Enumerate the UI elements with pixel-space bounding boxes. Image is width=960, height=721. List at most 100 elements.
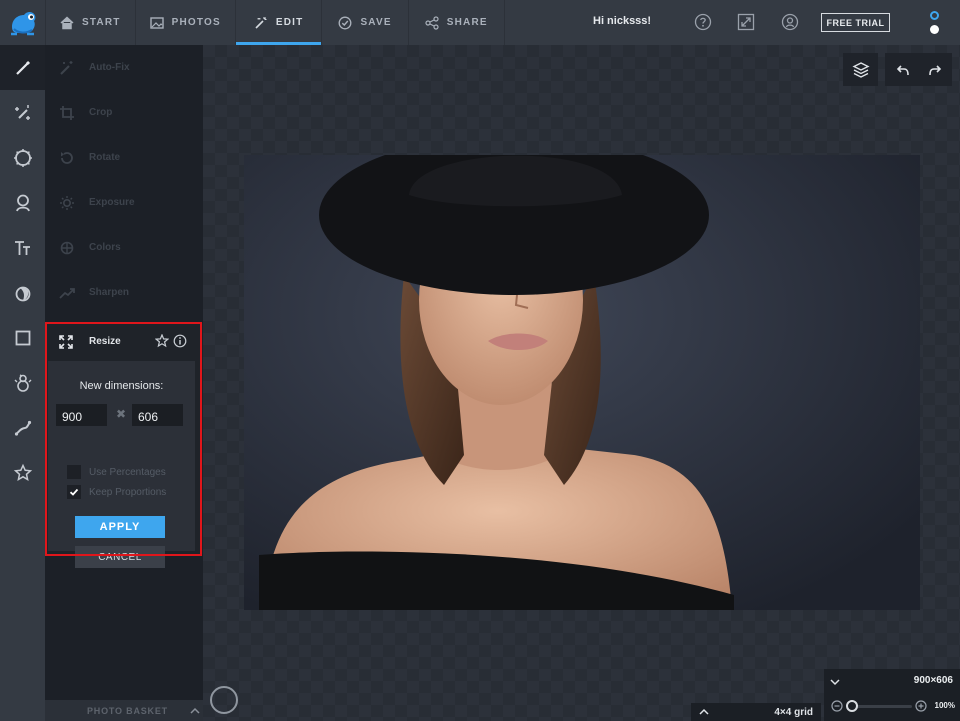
- expand-icon: [737, 13, 755, 31]
- zoom-percent: 100%: [934, 701, 955, 710]
- apply-button[interactable]: APPLY: [75, 516, 165, 538]
- rail-basic-edits[interactable]: [0, 45, 45, 90]
- crop-icon: [60, 105, 74, 120]
- tool-colors[interactable]: Colors: [45, 225, 203, 270]
- zoom-in-icon[interactable]: [915, 700, 927, 712]
- redo-icon[interactable]: [928, 63, 942, 77]
- keep-proportions-option[interactable]: Keep Proportions: [67, 485, 166, 499]
- zoom-panel: 900×606 100%: [824, 669, 960, 721]
- rail-effects[interactable]: [0, 90, 45, 135]
- text-icon: [14, 240, 30, 255]
- status-ring-icon: [930, 11, 939, 20]
- stickers-icon: [14, 373, 31, 392]
- zoom-slider-track[interactable]: [850, 705, 912, 708]
- new-dimensions-label: New dimensions:: [79, 380, 164, 392]
- resize-tool-card: Resize New dimensions: ✖ Use Percentages: [45, 323, 203, 568]
- rail-overlays[interactable]: [0, 270, 45, 315]
- height-input[interactable]: [132, 404, 183, 426]
- resize-header[interactable]: Resize: [45, 323, 203, 360]
- zoom-out-icon[interactable]: [831, 700, 843, 712]
- frame-icon: [13, 148, 32, 167]
- crosshair-icon: [60, 241, 74, 254]
- checkmark-icon: [69, 488, 79, 496]
- chevron-up-icon: [190, 707, 200, 714]
- keep-proportions-label: Keep Proportions: [89, 486, 167, 498]
- rail-frames[interactable]: [0, 135, 45, 180]
- tool-exposure-label: Exposure: [89, 197, 135, 208]
- use-percentages-option[interactable]: Use Percentages: [67, 465, 166, 479]
- tool-auto-fix-label: Auto-Fix: [89, 62, 130, 73]
- info-icon[interactable]: [173, 334, 187, 348]
- photo-basket-bar[interactable]: PHOTO BASKET: [45, 700, 203, 721]
- photo-basket-label: PHOTO BASKET: [87, 705, 168, 716]
- tab-save[interactable]: SAVE: [322, 0, 409, 45]
- tab-edit-label: EDIT: [275, 17, 304, 28]
- grid-toggle[interactable]: 4×4 grid: [691, 703, 821, 721]
- rail-shapes[interactable]: [0, 315, 45, 360]
- magic-effects-icon: [14, 104, 30, 120]
- notification-toggle[interactable]: [929, 11, 941, 35]
- user-icon: [781, 13, 799, 31]
- overlay-icon: [15, 286, 30, 301]
- shape-icon: [15, 330, 30, 345]
- magic-wand-icon: [60, 60, 73, 75]
- tab-start-label: START: [82, 17, 121, 28]
- user-greeting[interactable]: Hi nicksss!: [593, 15, 651, 27]
- rail-text[interactable]: [0, 225, 45, 270]
- tool-sharpen[interactable]: Sharpen: [45, 270, 203, 315]
- rail-draw[interactable]: [0, 405, 45, 450]
- fullscreen-button[interactable]: [736, 12, 756, 32]
- sun-icon: [60, 195, 74, 210]
- rail-touch-up[interactable]: [0, 180, 45, 225]
- tool-exposure[interactable]: Exposure: [45, 180, 203, 225]
- use-percentages-label: Use Percentages: [89, 466, 166, 478]
- check-circle-icon: [338, 16, 352, 29]
- tab-photos[interactable]: PHOTOS: [136, 0, 236, 45]
- tool-auto-fix[interactable]: Auto-Fix: [45, 45, 203, 90]
- rail-stickers[interactable]: [0, 360, 45, 405]
- layers-button[interactable]: [843, 53, 878, 86]
- layers-icon: [851, 61, 870, 78]
- photo-editor-app: START PHOTOS EDIT SAVE SHARE Hi nicksss!…: [0, 0, 960, 721]
- grid-label: 4×4 grid: [774, 706, 813, 718]
- tab-share[interactable]: SHARE: [409, 0, 505, 45]
- tab-photos-label: PHOTOS: [171, 17, 221, 28]
- width-input[interactable]: [56, 404, 107, 426]
- top-bar: START PHOTOS EDIT SAVE SHARE Hi nicksss!…: [0, 0, 960, 45]
- free-trial-button[interactable]: FREE TRIAL: [821, 13, 890, 32]
- draw-icon: [14, 420, 31, 436]
- magic-wand-icon: [255, 16, 267, 29]
- rail-favorites[interactable]: [0, 450, 45, 495]
- cancel-button[interactable]: CANCEL: [75, 546, 165, 568]
- undo-icon[interactable]: [896, 63, 910, 77]
- brush-icon: [15, 60, 30, 75]
- app-logo[interactable]: [0, 0, 45, 45]
- rotate-icon: [61, 151, 73, 164]
- tab-start[interactable]: START: [45, 0, 136, 45]
- use-percentages-checkbox[interactable]: [67, 465, 81, 479]
- tab-save-label: SAVE: [360, 17, 392, 28]
- chevron-down-icon[interactable]: [830, 678, 840, 686]
- frog-logo-icon: [10, 11, 35, 35]
- resize-options: New dimensions: ✖ Use Percentages Keep P…: [48, 361, 195, 568]
- zoom-slider-knob[interactable]: [846, 700, 858, 712]
- favorites-icon: [13, 463, 32, 481]
- trend-icon: [59, 287, 75, 299]
- home-icon: [60, 15, 74, 29]
- compare-button[interactable]: [210, 686, 238, 714]
- touchup-icon: [15, 194, 30, 211]
- times-icon: ✖: [116, 407, 127, 421]
- keep-proportions-checkbox[interactable]: [67, 485, 81, 499]
- editor-canvas[interactable]: 4×4 grid 900×606 100%: [203, 45, 960, 721]
- resize-title: Resize: [89, 336, 121, 347]
- category-rail: [0, 45, 45, 721]
- tool-crop[interactable]: Crop: [45, 90, 203, 135]
- help-button[interactable]: [693, 12, 713, 32]
- star-icon[interactable]: [155, 334, 169, 348]
- account-button[interactable]: [780, 12, 800, 32]
- edited-photo[interactable]: [244, 155, 920, 610]
- tool-rotate-label: Rotate: [89, 152, 121, 163]
- tab-share-label: SHARE: [446, 17, 488, 28]
- tool-rotate[interactable]: Rotate: [45, 135, 203, 180]
- tab-edit[interactable]: EDIT: [236, 0, 323, 45]
